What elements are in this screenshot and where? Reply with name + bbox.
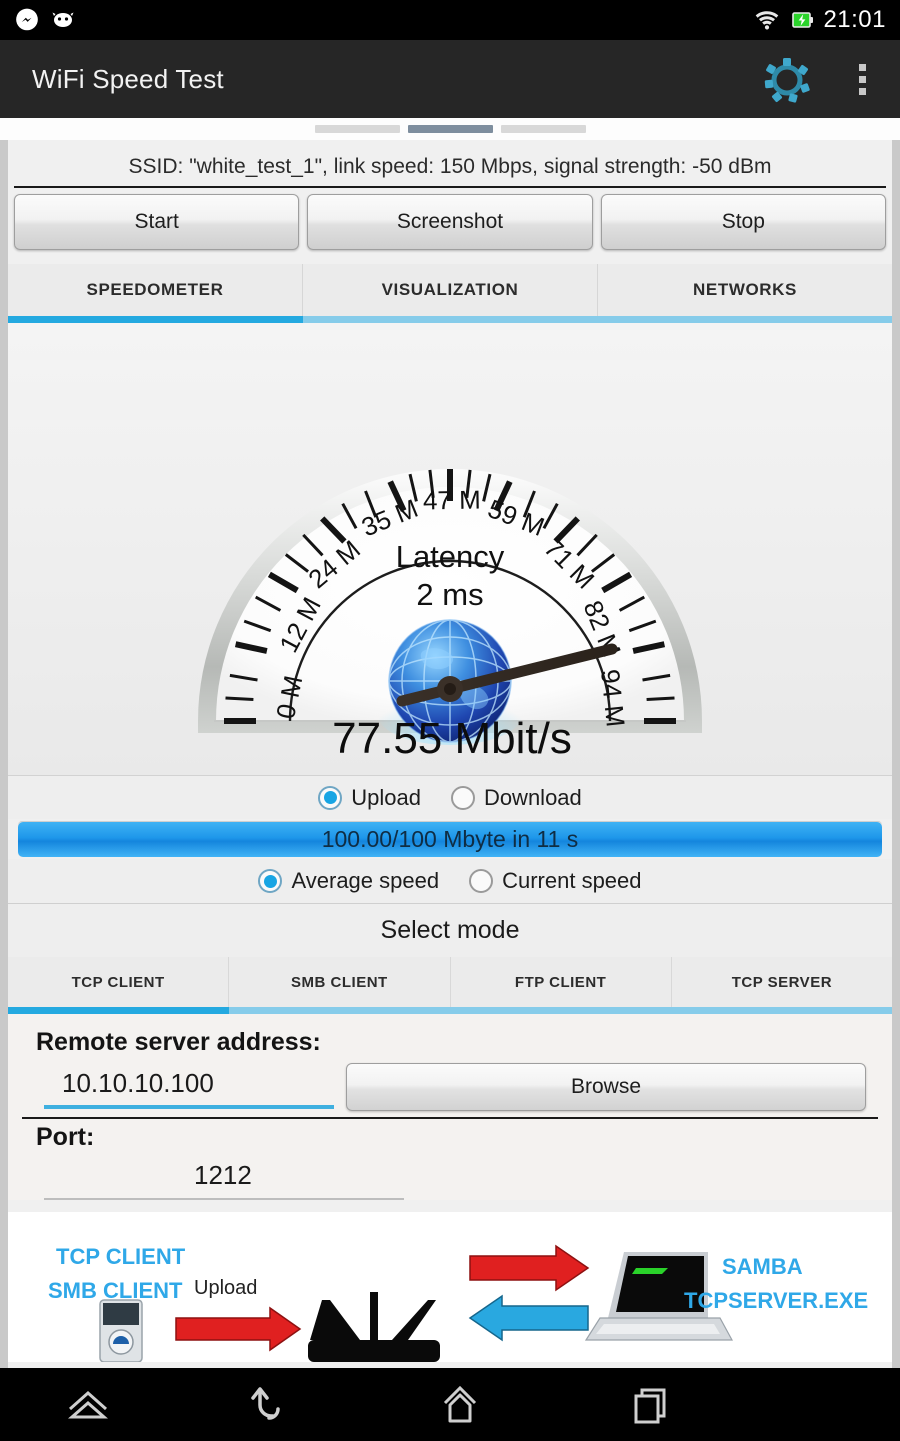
mode-tab-indicator-active bbox=[8, 1007, 229, 1014]
diagram-server-label-1: SAMBA bbox=[722, 1254, 803, 1279]
app-title: WiFi Speed Test bbox=[32, 63, 224, 94]
tab-indicator-inactive-1 bbox=[303, 316, 598, 323]
tab-visualization[interactable]: VISUALIZATION bbox=[303, 264, 598, 316]
remote-address-input[interactable] bbox=[44, 1063, 334, 1109]
stop-button[interactable]: Stop bbox=[600, 194, 886, 250]
radio-download-dot[interactable] bbox=[450, 785, 475, 810]
mode-tab-ftp-client[interactable]: FTP CLIENT bbox=[451, 957, 672, 1007]
topology-diagram-svg: TCP CLIENT SMB CLIENT Upload SAMBA TCPSE… bbox=[48, 1244, 868, 1362]
menu-button[interactable] bbox=[0, 1368, 175, 1441]
mode-tab-indicator-inactive-3 bbox=[671, 1007, 892, 1014]
tab-indicator-inactive-2 bbox=[597, 316, 892, 323]
wifi-icon bbox=[756, 11, 779, 30]
smartphone-icon bbox=[99, 1299, 143, 1362]
settings-gear-icon[interactable] bbox=[763, 55, 811, 103]
ssid-info: SSID: "white_test_1", link speed: 150 Mb… bbox=[14, 148, 886, 188]
remote-address-label: Remote server address: bbox=[36, 1028, 321, 1056]
diagram-arrow-upload-1 bbox=[175, 1306, 302, 1352]
radio-upload[interactable]: Upload bbox=[318, 785, 421, 811]
diagram-client-label-1: TCP CLIENT bbox=[56, 1244, 186, 1269]
recents-button[interactable] bbox=[555, 1368, 745, 1441]
phone-screen: 21:01 WiFi Speed Test SSID: "white_test_… bbox=[0, 0, 900, 1441]
port-input[interactable] bbox=[44, 1154, 404, 1200]
status-bar: 21:01 bbox=[0, 0, 900, 40]
pager-bar-0[interactable] bbox=[314, 125, 400, 133]
pager-indicator bbox=[0, 118, 900, 140]
diagram-arrow-download bbox=[468, 1294, 589, 1342]
system-navigation-bar bbox=[0, 1368, 900, 1441]
gauge-latency-label: Latency bbox=[396, 539, 505, 574]
mode-tab-bar: TCP CLIENT SMB CLIENT FTP CLIENT TCP SER… bbox=[8, 957, 892, 1007]
status-bar-clock: 21:01 bbox=[823, 6, 886, 33]
port-label: Port: bbox=[36, 1123, 95, 1151]
radio-upload-label: Upload bbox=[351, 784, 421, 810]
tcp-client-form: Remote server address: Browse Port: bbox=[8, 1014, 892, 1200]
tab-networks[interactable]: NETWORKS bbox=[598, 264, 892, 316]
pager-bar-2[interactable] bbox=[500, 125, 586, 133]
mode-tab-indicator-inactive-1 bbox=[229, 1007, 450, 1014]
diagram-upload-label: Upload bbox=[194, 1277, 257, 1299]
content-area: SSID: "white_test_1", link speed: 150 Mb… bbox=[0, 140, 900, 1368]
speed-mode-radio-group: Average speed Current speed bbox=[8, 859, 892, 903]
browse-button[interactable]: Browse bbox=[346, 1063, 866, 1111]
radio-current-speed-label: Current speed bbox=[502, 868, 642, 893]
main-tab-bar: SPEEDOMETER VISUALIZATION NETWORKS bbox=[8, 264, 892, 316]
mode-tab-smb-client[interactable]: SMB CLIENT bbox=[229, 957, 451, 1007]
gauge-tick-label-47: 47 M bbox=[423, 484, 481, 515]
radio-current-speed-dot[interactable] bbox=[469, 869, 494, 893]
topology-diagram: TCP CLIENT SMB CLIENT Upload SAMBA TCPSE… bbox=[8, 1212, 892, 1362]
transfer-progress-bar: 100.00/100 Mbyte in 11 s bbox=[18, 821, 882, 857]
tab-indicator-active bbox=[8, 316, 303, 323]
gauge-tick-label-94: 94 M bbox=[595, 668, 631, 729]
radio-average-speed-label: Average speed bbox=[291, 868, 440, 893]
menu-icon bbox=[67, 1390, 108, 1418]
status-bar-system-icons: 21:01 bbox=[753, 6, 886, 34]
speedometer-gauge: 0 M 12 M 24 M 35 M 47 M 59 M 71 M 82 M 9… bbox=[198, 469, 702, 763]
recents-icon bbox=[634, 1388, 666, 1423]
direction-radio-group: Upload Download bbox=[8, 775, 892, 819]
home-icon bbox=[443, 1385, 477, 1422]
transfer-progress-text: 100.00/100 Mbyte in 11 s bbox=[321, 826, 579, 852]
speedometer-panel: 0 M 12 M 24 M 35 M 47 M 59 M 71 M 82 M 9… bbox=[8, 323, 892, 775]
radio-download-label: Download bbox=[483, 784, 582, 810]
app-bar-actions bbox=[763, 55, 876, 103]
mode-tab-tcp-client[interactable]: TCP CLIENT bbox=[8, 957, 230, 1007]
main-tab-indicator bbox=[8, 316, 892, 323]
radio-average-speed[interactable]: Average speed bbox=[258, 868, 439, 894]
back-icon bbox=[251, 1386, 280, 1420]
select-mode-title: Select mode bbox=[8, 903, 892, 957]
remote-address-row: Browse bbox=[8, 1059, 892, 1111]
tab-speedometer[interactable]: SPEEDOMETER bbox=[8, 264, 303, 316]
diagram-arrow-upload-2 bbox=[469, 1244, 590, 1292]
app-notification-icon bbox=[52, 12, 74, 27]
status-bar-notifications bbox=[14, 7, 76, 33]
gauge-latency-value: 2 ms bbox=[416, 577, 483, 612]
start-button[interactable]: Start bbox=[14, 194, 300, 250]
messenger-icon bbox=[16, 8, 38, 31]
radio-upload-dot[interactable] bbox=[318, 785, 343, 810]
pager-bar-1[interactable] bbox=[407, 125, 493, 133]
radio-download[interactable]: Download bbox=[450, 784, 582, 811]
app-bar: WiFi Speed Test bbox=[0, 40, 900, 118]
action-button-row: Start Screenshot Stop bbox=[8, 188, 892, 250]
mode-tab-indicator bbox=[8, 1007, 892, 1014]
gauge-reading: 77.55 Mbit/s bbox=[332, 714, 572, 763]
mode-tab-tcp-server[interactable]: TCP SERVER bbox=[672, 957, 892, 1007]
back-button[interactable] bbox=[175, 1368, 365, 1441]
mode-tab-indicator-inactive-2 bbox=[450, 1007, 671, 1014]
screenshot-button[interactable]: Screenshot bbox=[307, 194, 593, 250]
radio-current-speed[interactable]: Current speed bbox=[469, 868, 642, 894]
battery-charging-icon bbox=[792, 12, 814, 28]
overflow-menu-icon[interactable] bbox=[849, 58, 876, 101]
home-button[interactable] bbox=[365, 1368, 555, 1441]
diagram-server-label-2: TCPSERVER.EXE bbox=[684, 1288, 868, 1313]
wifi-router-icon bbox=[308, 1292, 440, 1362]
radio-average-speed-dot[interactable] bbox=[258, 869, 283, 893]
